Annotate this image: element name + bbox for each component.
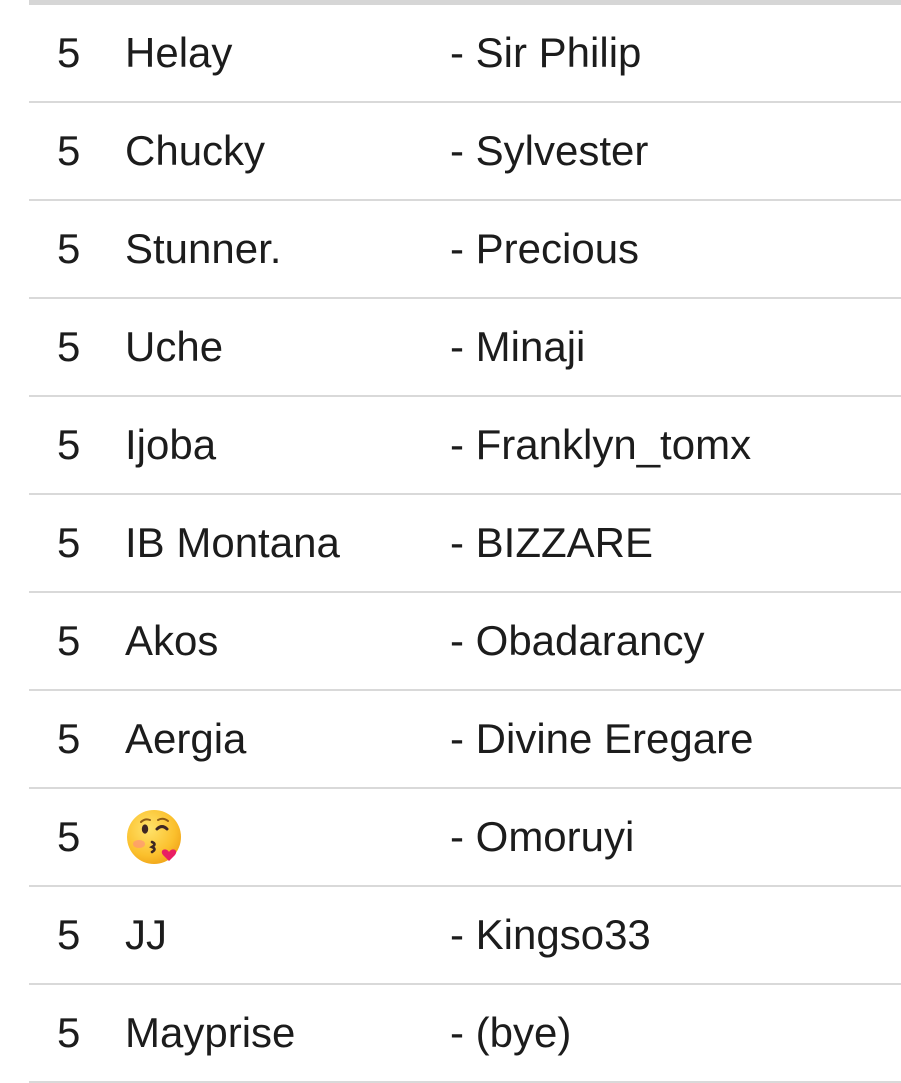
partner-cell: - Omoruyi [450,813,635,860]
partner-cell: - Sir Philip [450,29,642,76]
name-cell: Stunner. [125,225,282,272]
table-row: 5 Chucky - Sylvester [29,103,901,201]
partner-cell: - Minaji [450,323,586,370]
name-cell: Akos [125,617,219,664]
rank-cell: 5 [57,617,81,664]
partner-cell: - Franklyn_tomx [450,421,752,468]
table-row: 5 Stunner. - Precious [29,201,901,299]
name-cell: Uche [125,323,224,370]
rank-cell: 5 [57,29,81,76]
name-cell [125,789,183,885]
table-row: 5 - Omoruyi [29,789,901,887]
table-row: 5 JJ - Kingso33 [29,887,901,985]
table-row: 5 Helay - Sir Philip [29,5,901,103]
rank-cell: 5 [57,323,81,370]
name-cell: Helay [125,29,233,76]
rank-cell: 5 [57,1009,81,1056]
partner-cell: - Sylvester [450,127,649,174]
partner-cell: - Kingso33 [450,911,651,958]
rank-cell: 5 [57,911,81,958]
partner-cell: - (bye) [450,1009,572,1056]
rank-cell: 5 [57,519,81,566]
partner-cell: - Precious [450,225,640,272]
pairings-table: 5 Helay - Sir Philip 5 Chucky - Sylveste… [29,5,901,1083]
face-blowing-kiss-emoji-icon [127,809,181,864]
rank-cell: 5 [57,421,81,468]
table-row: 5 Aergia - Divine Eregare [29,691,901,789]
table-row: 5 Uche - Minaji [29,299,901,397]
partner-cell: - Divine Eregare [450,715,754,762]
name-cell: Ijoba [125,421,217,468]
rank-cell: 5 [57,127,81,174]
rank-cell: 5 [57,715,81,762]
name-cell: Mayprise [125,1009,296,1056]
rank-cell: 5 [57,225,81,272]
table-row: 5 Akos - Obadarancy [29,593,901,691]
table-row: 5 IB Montana - BIZZARE [29,495,901,593]
table-row: 5 Ijoba - Franklyn_tomx [29,397,901,495]
name-cell: Chucky [125,127,266,174]
name-cell: Aergia [125,715,247,762]
rank-cell: 5 [57,813,81,860]
name-cell: IB Montana [125,519,340,566]
partner-cell: - BIZZARE [450,519,654,566]
name-cell: JJ [125,911,167,958]
partner-cell: - Obadarancy [450,617,705,664]
table-row: 5 Mayprise - (bye) [29,985,901,1083]
